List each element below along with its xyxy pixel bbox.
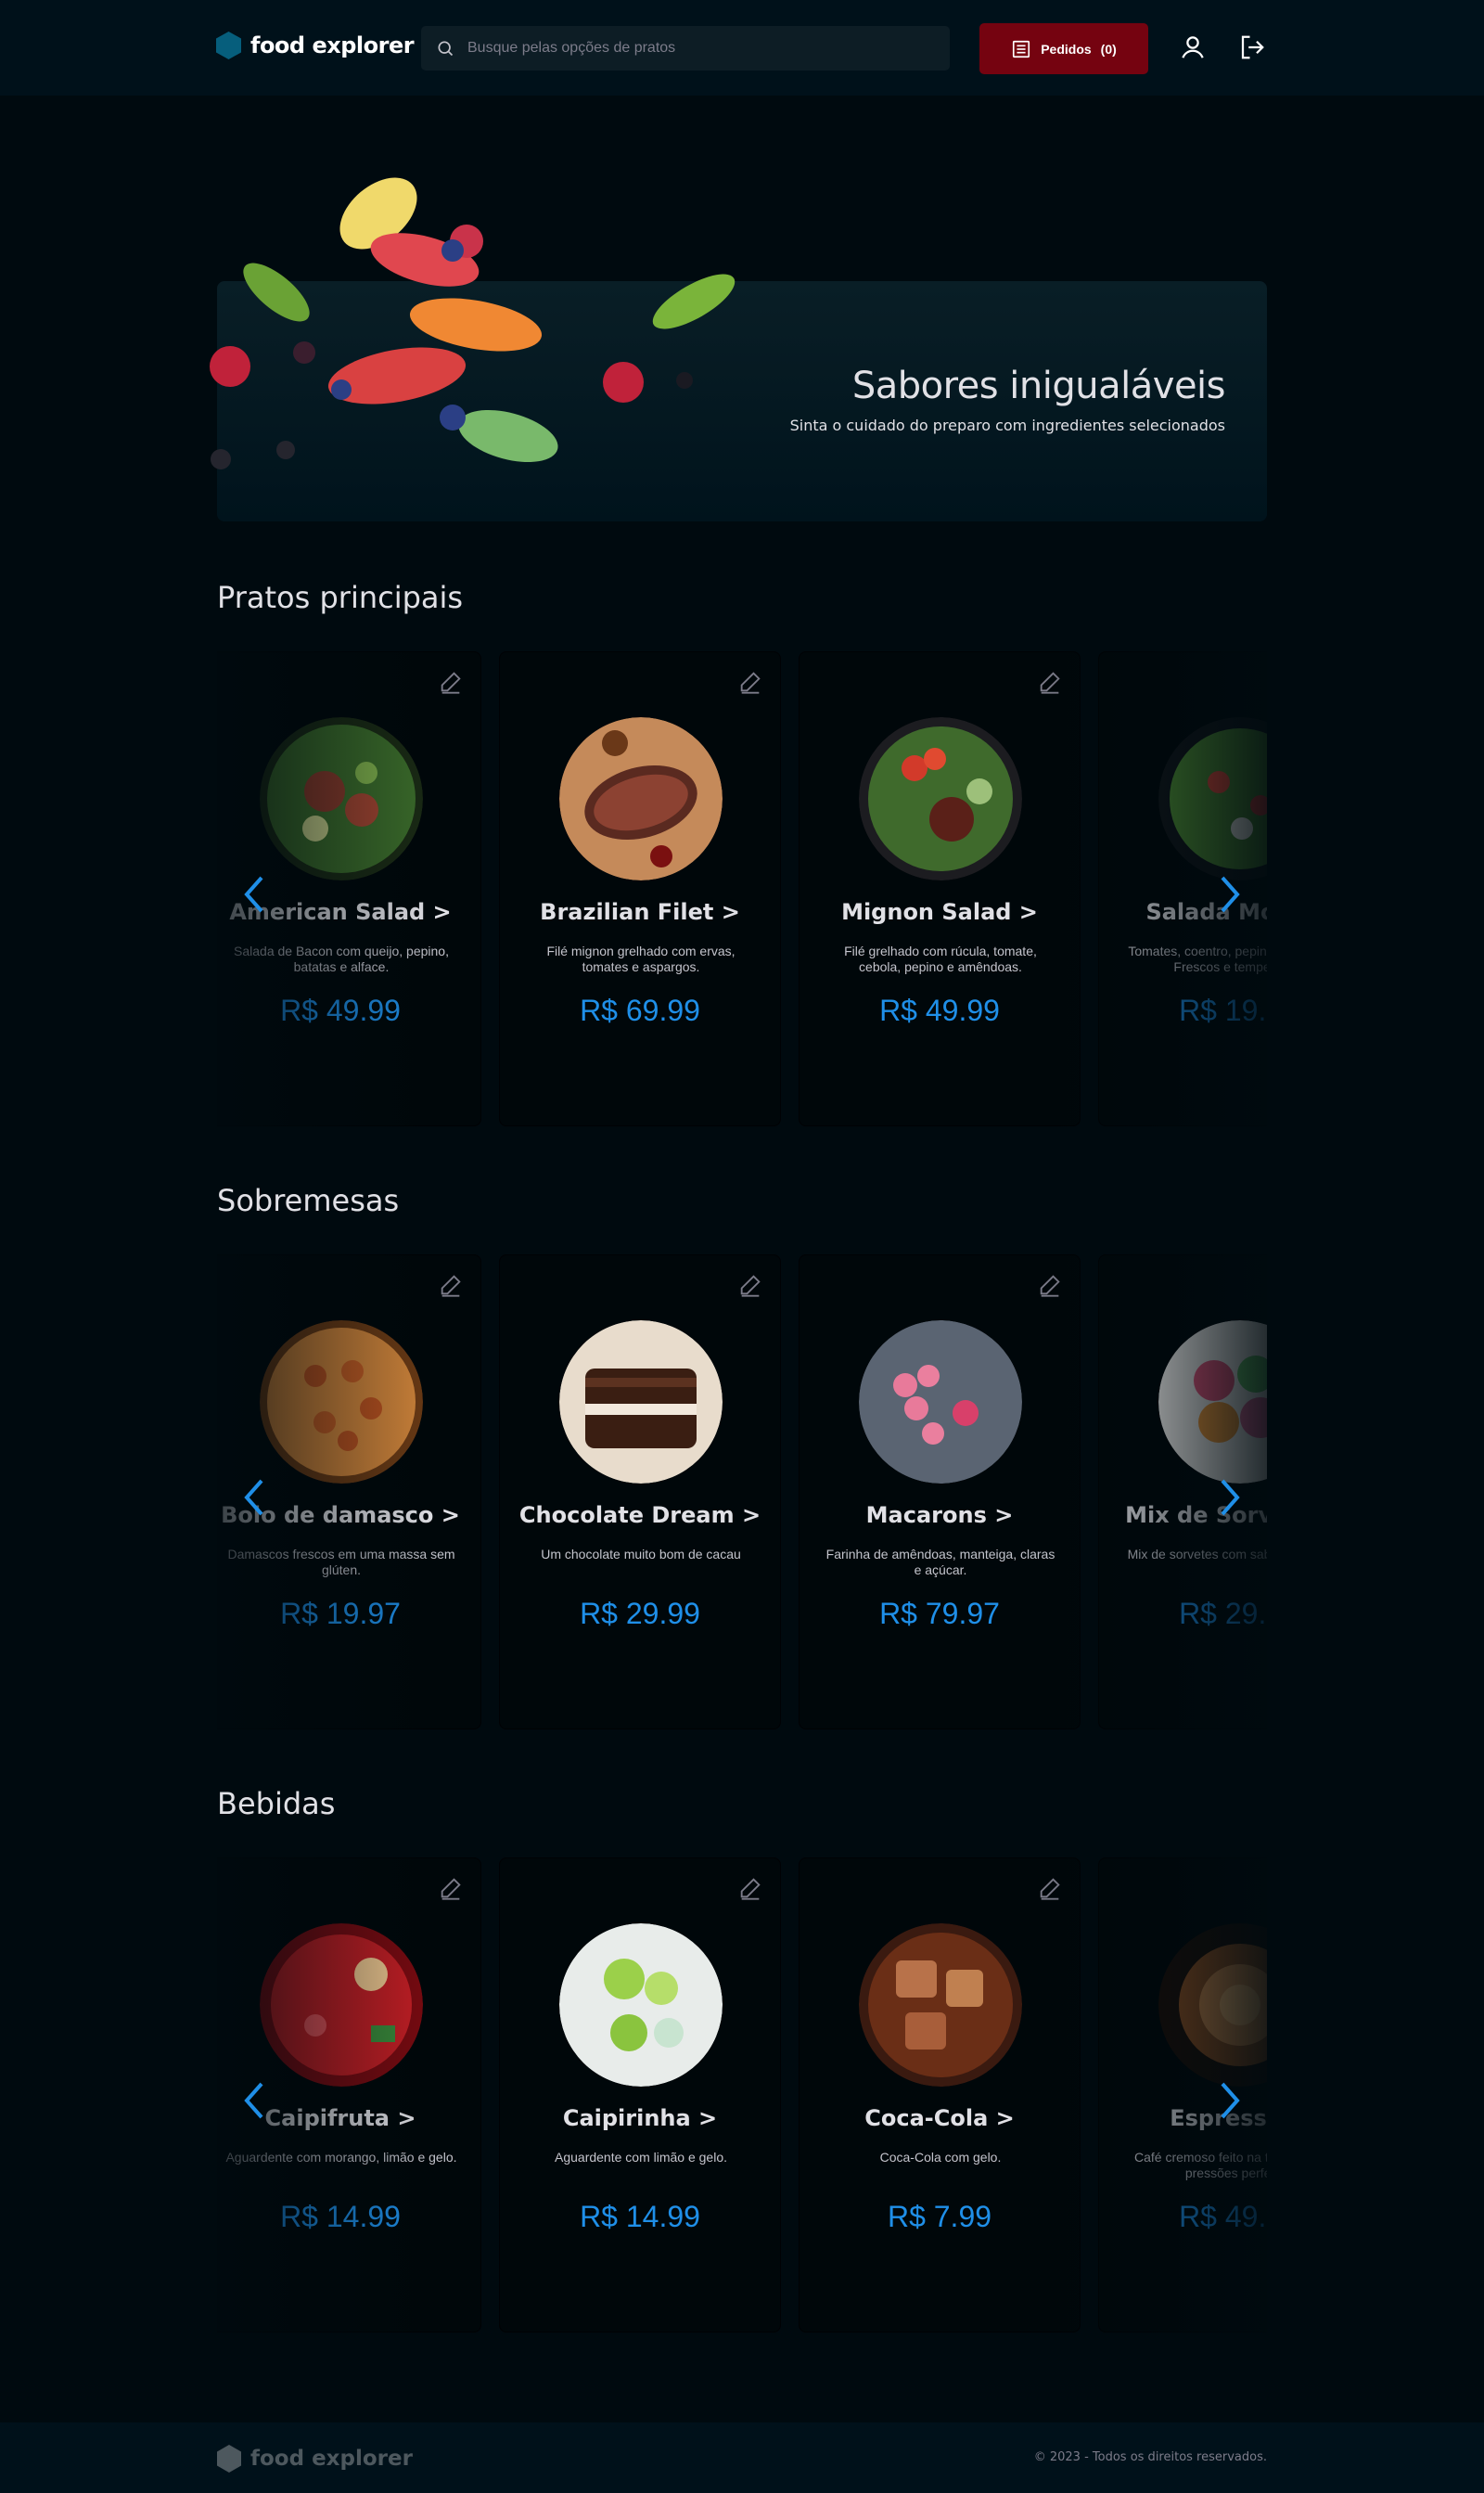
dish-price: R$ 14.99 [580, 2200, 700, 2233]
dish-description: Farinha de amêndoas, manteiga, claras e … [825, 1547, 1055, 1577]
dish-card[interactable]: Coca-Cola > Coca-Cola com gelo. R$ 7.99 [799, 1857, 1081, 2332]
dish-price: R$ 49.97 [1179, 2200, 1267, 2233]
dish-image[interactable] [859, 717, 1022, 880]
carousel-desserts: Bolo de damasco > Damascos frescos em um… [217, 1254, 1267, 1729]
orders-count: (0) [1100, 41, 1117, 57]
dish-image[interactable] [859, 1320, 1022, 1484]
dish-name[interactable]: Coca-Cola > [800, 2105, 1080, 2131]
banner-title: Sabores inigualáveis [851, 365, 1226, 407]
chevron-left-icon[interactable] [237, 1475, 271, 1520]
dish-image[interactable] [1158, 717, 1267, 880]
pencil-icon[interactable] [1037, 1875, 1063, 1901]
dish-image[interactable] [1158, 1320, 1267, 1484]
dish-card[interactable]: Caipirinha > Aguardente com limão e gelo… [499, 1857, 781, 2332]
dish-price: R$ 49.99 [879, 994, 1000, 1027]
dish-price: R$ 7.99 [887, 2200, 992, 2233]
dish-description: Um chocolate muito bom de cacau [541, 1547, 741, 1561]
dish-card[interactable]: Chocolate Dream > Um chocolate muito bom… [499, 1254, 781, 1729]
sign-out-icon[interactable] [1236, 32, 1268, 63]
chevron-left-icon[interactable] [237, 872, 271, 917]
dish-image[interactable] [859, 1923, 1022, 2087]
pencil-icon[interactable] [737, 1875, 763, 1901]
dish-price: R$ 29.99 [1179, 1597, 1267, 1630]
carousel-main-dishes: American Salad > Salada de Bacon com que… [217, 651, 1267, 1126]
dish-description: Filé mignon grelhado com ervas, tomates … [546, 944, 736, 974]
search-bar[interactable] [421, 26, 950, 71]
chevron-left-icon[interactable] [237, 2078, 271, 2123]
dish-image[interactable] [559, 1320, 723, 1484]
dish-name[interactable]: Chocolate Dream > [500, 1502, 780, 1528]
dish-name[interactable]: Brazilian Filet > [500, 899, 780, 925]
dish-price: R$ 49.99 [280, 994, 401, 1027]
search-input[interactable] [467, 40, 913, 57]
dish-description: Filé grelhado com rúcula, tomate, cebola… [844, 944, 1037, 974]
dish-name[interactable]: Macarons > [800, 1502, 1080, 1528]
dish-image[interactable] [559, 717, 723, 880]
banner-text: Sabores inigualáveis Sinta o cuidado do … [789, 365, 1226, 434]
search-icon [438, 41, 454, 57]
pencil-icon[interactable] [1037, 669, 1063, 695]
dish-name[interactable]: Mignon Salad > [800, 899, 1080, 925]
dish-image[interactable] [260, 1320, 423, 1484]
banner-subtitle: Sinta o cuidado do preparo com ingredien… [789, 417, 1225, 434]
dish-price: R$ 29.99 [580, 1597, 700, 1630]
dish-description: Café cremoso feito na temperatura e pres… [1133, 2150, 1267, 2180]
dish-card[interactable]: Mignon Salad > Filé grelhado com rúcula,… [799, 651, 1081, 1126]
dish-description: Aguardente com limão e gelo. [555, 2150, 727, 2165]
footer-brand: food explorer [217, 2445, 413, 2473]
pencil-icon[interactable] [438, 1272, 464, 1298]
receipt-icon [1013, 40, 1030, 58]
dish-price: R$ 79.97 [879, 1597, 1000, 1630]
dish-description: Salada de Bacon com queijo, pepino, bata… [234, 944, 449, 974]
dish-description: Mix de sorvetes com sabores variados. [1127, 1547, 1267, 1561]
hexagon-logo-icon [217, 2445, 241, 2473]
chevron-right-icon[interactable] [1213, 2078, 1247, 2123]
dish-price: R$ 14.99 [280, 2200, 401, 2233]
dish-image[interactable] [559, 1923, 723, 2087]
carousel-drinks: Caipifruta > Aguardente com morango, lim… [217, 1857, 1267, 2332]
dish-description: Tomates, coentro, pepino, cebola roxa. F… [1128, 944, 1267, 974]
section-title-drinks: Bebidas [217, 1786, 336, 1821]
dish-card[interactable]: Macarons > Farinha de amêndoas, manteiga… [799, 1254, 1081, 1729]
dish-image[interactable] [1158, 1923, 1267, 2087]
chevron-right-icon[interactable] [1213, 1475, 1247, 1520]
hexagon-logo-icon [216, 32, 241, 59]
dish-card[interactable]: Brazilian Filet > Filé mignon grelhado c… [499, 651, 781, 1126]
footer-brand-name: food explorer [250, 2447, 413, 2471]
app-footer: food explorer © 2023 - Todos os direitos… [0, 2422, 1484, 2493]
app-header: food explorer Pedidos (0) [0, 0, 1484, 96]
orders-label: Pedidos [1041, 41, 1092, 57]
dish-price: R$ 19.97 [280, 1597, 401, 1630]
dish-description: Damascos frescos em uma massa sem glúten… [227, 1547, 455, 1577]
section-title-main-dishes: Pratos principais [217, 580, 464, 615]
dish-price: R$ 69.99 [580, 994, 700, 1027]
pencil-icon[interactable] [737, 1272, 763, 1298]
macarons-illustration [210, 177, 736, 469]
brand-name: food explorer [250, 32, 415, 58]
pencil-icon[interactable] [737, 669, 763, 695]
dish-name[interactable]: Caipirinha > [500, 2105, 780, 2131]
pencil-icon[interactable] [1037, 1272, 1063, 1298]
dish-price: R$ 19.97 [1179, 994, 1267, 1027]
dish-description: Coca-Cola com gelo. [879, 2150, 1002, 2165]
dish-image[interactable] [260, 1923, 423, 2087]
pencil-icon[interactable] [438, 669, 464, 695]
pencil-icon[interactable] [438, 1875, 464, 1901]
user-icon[interactable] [1177, 32, 1209, 63]
orders-button[interactable]: Pedidos (0) [979, 23, 1148, 74]
copyright-text: © 2023 - Todos os direitos reservados. [1033, 2450, 1267, 2464]
dish-description: Aguardente com morango, limão e gelo. [225, 2150, 457, 2165]
brand-logo[interactable]: food explorer [216, 32, 415, 59]
section-title-desserts: Sobremesas [217, 1183, 400, 1218]
dish-image[interactable] [260, 717, 423, 880]
chevron-right-icon[interactable] [1213, 872, 1247, 917]
